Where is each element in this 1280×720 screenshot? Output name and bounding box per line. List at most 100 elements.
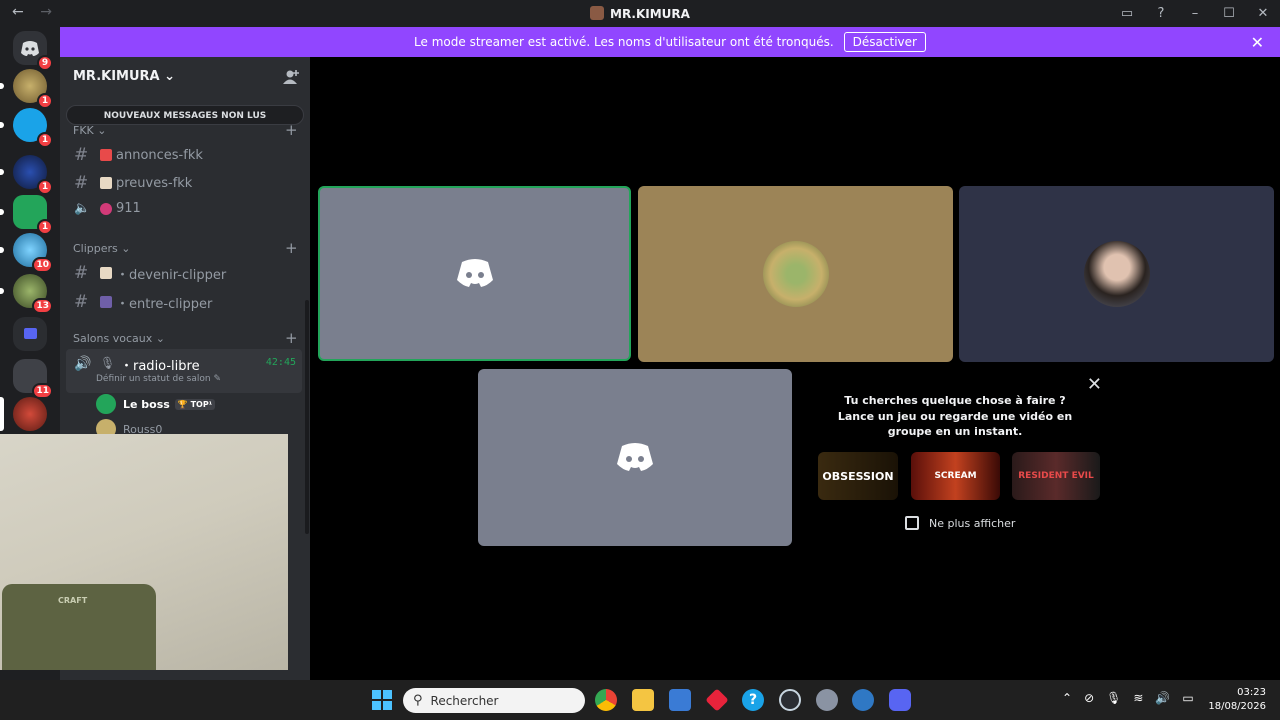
disable-streamer-button[interactable]: Désactiver: [843, 32, 926, 52]
game-title: RESIDENT EVIL: [1018, 471, 1094, 481]
taskbar-search[interactable]: ⚲ Rechercher: [403, 688, 585, 713]
chevron-down-icon: ⌄: [121, 242, 131, 255]
server-3-badge: 1: [37, 179, 53, 195]
add-channel-icon[interactable]: +: [285, 121, 298, 139]
server-name: MR.KIMURA: [73, 69, 160, 84]
hash-icon: #: [74, 173, 89, 193]
server-icon-7[interactable]: 11: [13, 359, 53, 399]
unread-pip: [0, 247, 4, 253]
video-tile-1[interactable]: [318, 186, 631, 361]
discord-taskbar-icon[interactable]: [889, 689, 911, 711]
microphone-icon: 🎙: [100, 356, 116, 370]
trophy-icon: 🏆: [177, 399, 188, 409]
game-card-obsession[interactable]: OBSESSION: [818, 452, 898, 500]
window-title-text: MR.KIMURA: [610, 7, 690, 21]
inbox-icon[interactable]: ▭: [1110, 6, 1144, 21]
battery-icon[interactable]: ▭: [1182, 691, 1193, 705]
tag-label: TOP¹: [190, 399, 213, 409]
channel-preuves-fkk[interactable]: # preuves-fkk: [74, 173, 192, 193]
voice-timer: 42:45: [265, 357, 296, 368]
add-channel-icon[interactable]: +: [285, 239, 298, 257]
document-emoji-icon: [100, 177, 112, 189]
video-tile-4[interactable]: [478, 369, 792, 546]
dont-show-again-row[interactable]: Ne plus afficher: [905, 516, 1015, 530]
close-window-icon[interactable]: ✕: [1246, 6, 1280, 21]
sidebar-scrollbar[interactable]: [305, 300, 309, 534]
speaker-icon: 🔊: [74, 356, 92, 372]
channel-devenir-clipper[interactable]: # ・devenir-clipper: [74, 263, 226, 283]
invite-people-icon[interactable]: [282, 69, 300, 85]
close-icon[interactable]: ✕: [1087, 374, 1102, 395]
minimize-icon[interactable]: –: [1178, 6, 1212, 21]
help-app-icon[interactable]: ?: [742, 689, 764, 711]
dont-show-checkbox[interactable]: [905, 516, 919, 530]
app-icon[interactable]: [852, 689, 874, 711]
category-clippers[interactable]: Clippers ⌄ +: [73, 239, 298, 257]
siren-emoji-icon: [100, 149, 112, 161]
activity-title: Tu cherches quelque chose à faire ?: [844, 394, 1066, 407]
settings-gear-icon[interactable]: [816, 689, 838, 711]
video-tile-3[interactable]: [959, 186, 1274, 362]
red-app-icon[interactable]: [705, 688, 729, 712]
title-bar: ← → MR.KIMURA ▭ ? – ☐ ✕: [0, 0, 1280, 27]
voice-user-le-boss[interactable]: Le boss 🏆 TOP¹: [96, 394, 216, 414]
server-icon-2[interactable]: 1: [0, 108, 53, 148]
channel-911[interactable]: 🔈 911: [74, 201, 141, 216]
chrome-icon[interactable]: [595, 689, 617, 711]
close-banner-icon[interactable]: ✕: [1251, 33, 1264, 52]
server-icon-1[interactable]: 1: [0, 69, 53, 109]
server-7-badge: 11: [32, 383, 53, 399]
category-label: FKK: [73, 124, 94, 137]
activity-suggestion-panel: ✕ Tu cherches quelque chose à faire ? La…: [798, 370, 1112, 546]
game-card-resident-evil[interactable]: RESIDENT EVIL: [1012, 452, 1100, 500]
store-icon[interactable]: [669, 689, 691, 711]
file-explorer-icon[interactable]: [632, 689, 654, 711]
network-off-icon[interactable]: ⊘: [1084, 691, 1094, 705]
window-controls: ▭ ? – ☐ ✕: [1110, 0, 1280, 27]
lips-emoji-icon: [100, 202, 112, 215]
home-button[interactable]: 9: [13, 31, 53, 71]
microphone-icon[interactable]: 🎙: [1106, 691, 1121, 705]
discord-logo-icon: [456, 258, 493, 287]
chevron-up-icon[interactable]: ⌃: [1062, 691, 1072, 705]
server-folder[interactable]: [13, 317, 47, 351]
server-header[interactable]: MR.KIMURA ⌄: [73, 69, 175, 84]
voice-channel-radio-libre[interactable]: 🔊 🎙 ・radio-libre 42:45 Définir un statut…: [66, 349, 302, 393]
game-title: SCREAM: [934, 471, 977, 481]
category-fkk[interactable]: FKK ⌄ +: [73, 121, 298, 139]
folder-icon: [24, 328, 37, 339]
new-messages-bar[interactable]: NOUVEAUX MESSAGES NON LUS: [66, 105, 304, 125]
status-label: Définir un statut de salon: [96, 374, 211, 384]
participant-avatar: [762, 241, 829, 307]
server-6-badge: 13: [32, 298, 53, 314]
channel-annonces-fkk[interactable]: # annonces-fkk: [74, 145, 203, 165]
help-icon[interactable]: ?: [1144, 6, 1178, 21]
unread-pip: [0, 83, 4, 89]
selected-pip: [0, 397, 4, 431]
webcam-overlay[interactable]: CRAFT: [0, 434, 288, 670]
server-5-badge: 10: [32, 257, 53, 273]
maximize-icon[interactable]: ☐: [1212, 6, 1246, 21]
video-tile-2[interactable]: [638, 186, 953, 362]
game-card-scream[interactable]: SCREAM: [911, 452, 1000, 500]
chair-logo: CRAFT: [58, 596, 88, 605]
server-icon-8[interactable]: [0, 397, 47, 431]
system-clock[interactable]: 03:23 18/08/2026: [1208, 686, 1266, 714]
windows-start-icon[interactable]: [371, 689, 393, 711]
add-channel-icon[interactable]: +: [285, 329, 298, 347]
avatar: [96, 394, 116, 414]
channel-label: preuves-fkk: [116, 175, 193, 191]
server-icon-4[interactable]: 1: [0, 195, 53, 235]
category-salons-vocaux[interactable]: Salons vocaux ⌄ +: [73, 329, 298, 347]
server-icon-5[interactable]: 10: [0, 233, 53, 273]
unread-pip: [0, 169, 4, 175]
wifi-icon[interactable]: ≋: [1133, 691, 1143, 705]
volume-icon[interactable]: 🔊: [1155, 691, 1170, 705]
server-icon-6[interactable]: 13: [0, 274, 53, 314]
activity-subtitle: Lance un jeu ou regarde une vidéo en gro…: [837, 410, 1073, 438]
channel-entre-clipper[interactable]: # ・entre-clipper: [74, 292, 212, 312]
set-channel-status[interactable]: Définir un statut de salon ✎: [96, 374, 221, 384]
steam-icon[interactable]: [779, 689, 801, 711]
clock-date: 18/08/2026: [1208, 701, 1266, 712]
server-icon-3[interactable]: 1: [0, 155, 53, 195]
